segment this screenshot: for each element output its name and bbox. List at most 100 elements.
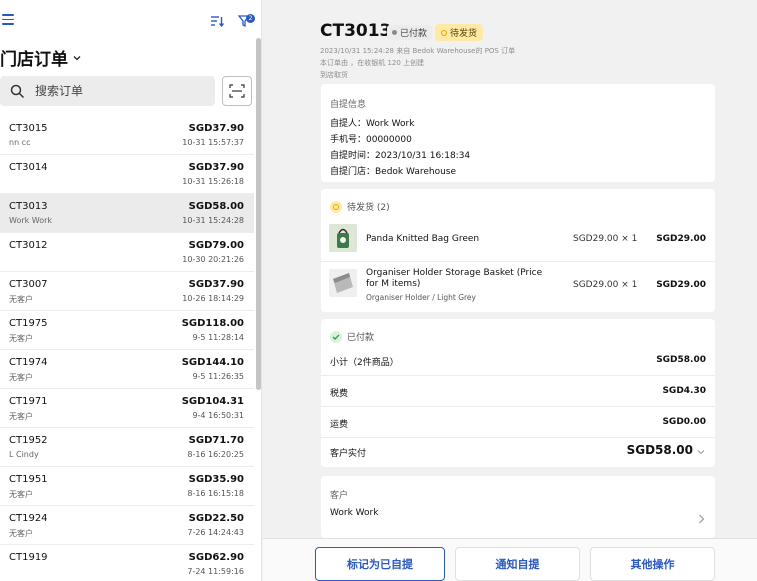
status-badge-paid: 已付款	[387, 25, 433, 40]
scan-button[interactable]	[222, 76, 252, 106]
payment-summary-card: 已付款 小计（2件商品） SGD58.00 税费 SGD4.30 运费 SGD0…	[321, 319, 715, 467]
paid-section-title: 已付款	[347, 333, 375, 343]
order-time: 9-5 11:26:35	[192, 372, 244, 381]
order-amount: SGD35.90	[188, 474, 244, 485]
product-name: Organiser Holder Storage Basket (Price f…	[366, 268, 543, 289]
paid-total-value: SGD58.00	[626, 443, 693, 457]
menu-icon[interactable]	[2, 14, 14, 25]
order-row[interactable]: CT1974 无客户 SGD144.10 9-5 11:26:35	[0, 350, 254, 389]
filter-count-badge: 2	[246, 14, 255, 23]
order-customer: 无客户	[9, 295, 33, 304]
order-amount: SGD62.90	[188, 552, 244, 563]
pending-icon	[330, 200, 342, 213]
order-amount: SGD118.00	[181, 318, 244, 329]
order-customer: 无客户	[9, 529, 33, 538]
order-row[interactable]: CT3007 无客户 SGD37.90 10-26 18:14:29	[0, 272, 254, 311]
unit-price: SGD29.00 × 1	[573, 280, 638, 290]
product-thumbnail	[329, 224, 357, 252]
order-id: CT3013	[9, 201, 48, 212]
store-orders-title-text: 门店订单	[0, 50, 68, 70]
order-time: 7-26 14:24:43	[187, 528, 244, 537]
store-orders-title[interactable]: 门店订单	[0, 45, 82, 70]
subtotal-row: 小计（2件商品） SGD58.00	[321, 346, 715, 376]
order-customer: 无客户	[9, 490, 33, 499]
order-time: 9-4 16:50:31	[192, 411, 244, 420]
order-amount: SGD71.70	[188, 435, 244, 446]
order-customer: 无客户	[9, 412, 33, 421]
order-row[interactable]: CT1924 无客户 SGD22.50 7-26 14:24:43	[0, 506, 254, 545]
order-row[interactable]: CT1951 无客户 SGD35.90 8-16 16:15:18	[0, 467, 254, 506]
order-time: 10-26 18:14:29	[182, 294, 244, 303]
order-amount: SGD104.31	[181, 396, 244, 407]
order-customer: 无客户	[9, 334, 33, 343]
order-list-panel: 2 门店订单 CT3015 nn cc SGD37.90 10-31 15:57:37…	[0, 0, 262, 581]
paid-total-row[interactable]: 客户实付 SGD58.00	[321, 437, 715, 467]
tax-row: 税费 SGD4.30	[321, 377, 715, 407]
order-id: CT1971	[9, 396, 48, 407]
order-meta-register: 本订单由 ，在收银机 120 上创建	[320, 59, 425, 67]
basket-image-icon	[329, 269, 357, 297]
order-row[interactable]: CT1975 无客户 SGD118.00 9-5 11:28:14	[0, 311, 254, 350]
order-id: CT3007	[9, 279, 48, 290]
order-row[interactable]: CT3013 Work Work SGD58.00 10-31 15:24:28	[0, 194, 254, 233]
left-topbar: 2	[0, 0, 261, 40]
order-time: 10-30 20:21:26	[182, 255, 244, 264]
order-amount: SGD79.00	[188, 240, 244, 251]
bag-image-icon	[329, 224, 357, 252]
pickup-phone: 手机号：00000000	[330, 135, 412, 145]
customer-card[interactable]: 客户 Work Work	[321, 476, 715, 538]
notify-pickup-button[interactable]: 通知自提	[455, 547, 580, 581]
customer-name: Work Work	[330, 508, 379, 518]
line-item[interactable]: Panda Knitted Bag Green SGD29.00 × 1 SGD…	[321, 222, 715, 258]
pickup-person: 自提人：Work Work	[330, 119, 415, 129]
line-total: SGD29.00	[656, 280, 706, 290]
order-row[interactable]: CT3014 SGD37.90 10-31 15:26:18	[0, 155, 254, 194]
order-row[interactable]: CT3012 SGD79.00 10-30 20:21:26	[0, 233, 254, 272]
product-thumbnail	[329, 269, 357, 297]
order-id: CT1975	[9, 318, 48, 329]
order-customer: L Cindy	[9, 450, 39, 459]
order-id: CT1952	[9, 435, 48, 446]
order-time: 7-24 11:59:16	[187, 567, 244, 576]
check-icon	[330, 330, 342, 343]
scrollbar[interactable]	[256, 38, 261, 390]
order-amount: SGD144.10	[181, 357, 244, 368]
mark-picked-up-button[interactable]: 标记为已自提	[315, 547, 445, 581]
order-row[interactable]: CT1919 SGD62.90 7-24 11:59:16	[0, 545, 254, 581]
shipping-value: SGD0.00	[662, 417, 706, 427]
order-time: 8-16 16:20:25	[187, 450, 244, 459]
customer-title: 客户	[330, 491, 349, 501]
sort-icon[interactable]	[210, 15, 224, 27]
divider	[321, 261, 715, 262]
order-amount: SGD22.50	[188, 513, 244, 524]
unit-price: SGD29.00 × 1	[573, 234, 638, 244]
chevron-down-icon	[73, 55, 81, 60]
divider	[321, 375, 715, 376]
order-id: CT1974	[9, 357, 48, 368]
order-row[interactable]: CT3015 nn cc SGD37.90 10-31 15:57:37	[0, 116, 254, 155]
order-time: 10-31 15:57:37	[182, 138, 244, 147]
search-input[interactable]	[35, 84, 195, 98]
order-id: CT1924	[9, 513, 48, 524]
shipping-label: 运费	[330, 420, 349, 430]
more-actions-button[interactable]: 其他操作	[590, 547, 715, 581]
order-amount: SGD37.90	[188, 162, 244, 173]
subtotal-label: 小计（2件商品）	[330, 358, 399, 368]
order-time: 10-31 15:26:18	[182, 177, 244, 186]
pending-section-head: 待发货 (2)	[330, 200, 390, 213]
order-amount: SGD58.00	[188, 201, 244, 212]
pickup-store: 自提门店：Bedok Warehouse	[330, 167, 457, 177]
tax-label: 税费	[330, 389, 349, 399]
order-row[interactable]: CT1952 L Cindy SGD71.70 8-16 16:20:25	[0, 428, 254, 467]
order-detail-panel: CT3013 已付款 待发货 2023/10/31 15:24:28 来自 Be…	[263, 0, 757, 581]
order-meta-created: 2023/10/31 15:24:28 来自 Bedok Warehouse的 …	[320, 47, 516, 55]
scan-icon	[229, 84, 245, 98]
paid-total-label: 客户实付	[330, 449, 367, 459]
tax-value: SGD4.30	[662, 386, 706, 396]
order-id: CT3015	[9, 123, 48, 134]
product-name: Panda Knitted Bag Green	[366, 234, 480, 244]
line-item[interactable]: Organiser Holder Storage Basket (Price f…	[321, 267, 715, 307]
order-row[interactable]: CT1971 无客户 SGD104.31 9-4 16:50:31	[0, 389, 254, 428]
status-paid-text: 已付款	[400, 29, 428, 39]
pickup-info-title: 自提信息	[330, 100, 367, 110]
